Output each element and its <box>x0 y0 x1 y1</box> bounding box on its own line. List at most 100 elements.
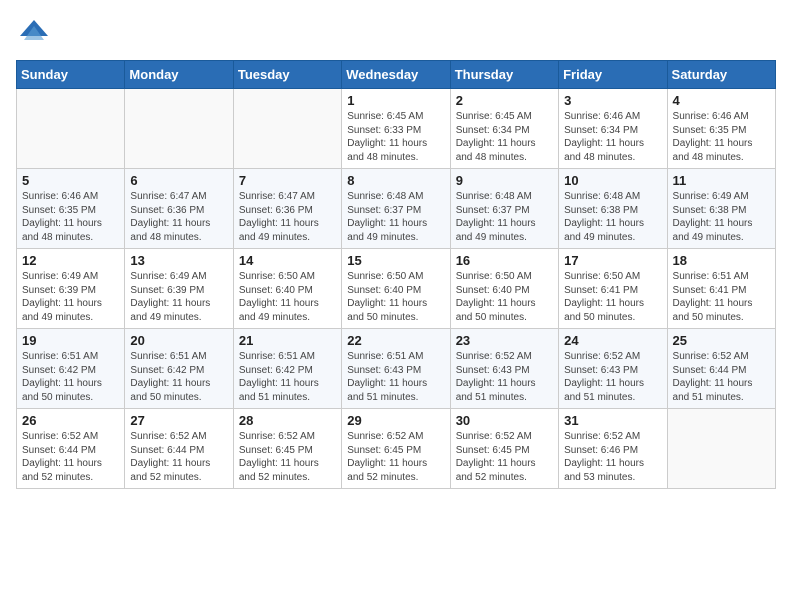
day-info: Sunrise: 6:52 AM Sunset: 6:44 PM Dayligh… <box>673 350 770 404</box>
calendar-cell: 24 Sunrise: 6:52 AM Sunset: 6:43 PM Dayli… <box>559 329 667 409</box>
calendar-cell: 7 Sunrise: 6:47 AM Sunset: 6:36 PM Daylig… <box>233 169 341 249</box>
calendar-cell: 15Sunrise: 6:50 AM Sunset: 6:40 PM Dayli… <box>342 249 450 329</box>
day-info: Sunrise: 6:52 AM Sunset: 6:44 PM Dayligh… <box>22 430 119 484</box>
day-info: Sunrise: 6:50 AM Sunset: 6:40 PM Dayligh… <box>347 270 444 324</box>
day-info: Sunrise: 6:46 AM Sunset: 6:35 PM Dayligh… <box>673 110 770 164</box>
day-number: 14 <box>239 253 336 268</box>
calendar-cell: 2 Sunrise: 6:45 AM Sunset: 6:34 PM Daylig… <box>450 89 558 169</box>
day-number: 10 <box>564 173 661 188</box>
day-info: Sunrise: 6:45 AM Sunset: 6:34 PM Dayligh… <box>456 110 553 164</box>
day-info: Sunrise: 6:52 AM Sunset: 6:45 PM Dayligh… <box>239 430 336 484</box>
day-number: 8 <box>347 173 444 188</box>
calendar-cell: 4 Sunrise: 6:46 AM Sunset: 6:35 PM Daylig… <box>667 89 775 169</box>
day-header-saturday: Saturday <box>667 61 775 89</box>
calendar-cell: 27 Sunrise: 6:52 AM Sunset: 6:44 PM Dayli… <box>125 409 233 489</box>
day-info: Sunrise: 6:49 AM Sunset: 6:39 PM Dayligh… <box>130 270 227 324</box>
day-info: Sunrise: 6:52 AM Sunset: 6:44 PM Dayligh… <box>130 430 227 484</box>
day-number: 29 <box>347 413 444 428</box>
day-number: 19 <box>22 333 119 348</box>
calendar-cell: 29 Sunrise: 6:52 AM Sunset: 6:45 PM Dayli… <box>342 409 450 489</box>
calendar-cell: 3 Sunrise: 6:46 AM Sunset: 6:34 PM Daylig… <box>559 89 667 169</box>
day-number: 7 <box>239 173 336 188</box>
calendar-cell <box>17 89 125 169</box>
day-info: Sunrise: 6:50 AM Sunset: 6:41 PM Dayligh… <box>564 270 661 324</box>
day-info: Sunrise: 6:48 AM Sunset: 6:37 PM Dayligh… <box>456 190 553 244</box>
logo <box>16 16 56 52</box>
day-info: Sunrise: 6:52 AM Sunset: 6:45 PM Dayligh… <box>456 430 553 484</box>
calendar-cell: 23 Sunrise: 6:52 AM Sunset: 6:43 PM Dayli… <box>450 329 558 409</box>
calendar-cell: 13 Sunrise: 6:49 AM Sunset: 6:39 PM Dayli… <box>125 249 233 329</box>
calendar-cell <box>233 89 341 169</box>
day-number: 22 <box>347 333 444 348</box>
day-info: Sunrise: 6:51 AM Sunset: 6:42 PM Dayligh… <box>239 350 336 404</box>
day-header-friday: Friday <box>559 61 667 89</box>
day-info: Sunrise: 6:48 AM Sunset: 6:38 PM Dayligh… <box>564 190 661 244</box>
day-info: Sunrise: 6:52 AM Sunset: 6:43 PM Dayligh… <box>564 350 661 404</box>
calendar-cell: 22 Sunrise: 6:51 AM Sunset: 6:43 PM Dayli… <box>342 329 450 409</box>
logo-icon <box>16 16 52 52</box>
day-info: Sunrise: 6:51 AM Sunset: 6:41 PM Dayligh… <box>673 270 770 324</box>
calendar-cell: 12 Sunrise: 6:49 AM Sunset: 6:39 PM Dayli… <box>17 249 125 329</box>
calendar-cell: 18 Sunrise: 6:51 AM Sunset: 6:41 PM Dayli… <box>667 249 775 329</box>
calendar-cell: 21 Sunrise: 6:51 AM Sunset: 6:42 PM Dayli… <box>233 329 341 409</box>
day-number: 3 <box>564 93 661 108</box>
calendar-cell: 1 Sunrise: 6:45 AM Sunset: 6:33 PM Daylig… <box>342 89 450 169</box>
day-info: Sunrise: 6:47 AM Sunset: 6:36 PM Dayligh… <box>130 190 227 244</box>
day-number: 13 <box>130 253 227 268</box>
day-info: Sunrise: 6:49 AM Sunset: 6:39 PM Dayligh… <box>22 270 119 324</box>
week-row-5: 26 Sunrise: 6:52 AM Sunset: 6:44 PM Dayli… <box>17 409 776 489</box>
calendar-cell: 14 Sunrise: 6:50 AM Sunset: 6:40 PM Dayli… <box>233 249 341 329</box>
week-row-1: 1 Sunrise: 6:45 AM Sunset: 6:33 PM Daylig… <box>17 89 776 169</box>
day-header-monday: Monday <box>125 61 233 89</box>
day-number: 23 <box>456 333 553 348</box>
day-info: Sunrise: 6:48 AM Sunset: 6:37 PM Dayligh… <box>347 190 444 244</box>
day-number: 21 <box>239 333 336 348</box>
calendar-cell: 19 Sunrise: 6:51 AM Sunset: 6:42 PM Dayli… <box>17 329 125 409</box>
day-info: Sunrise: 6:46 AM Sunset: 6:35 PM Dayligh… <box>22 190 119 244</box>
day-number: 24 <box>564 333 661 348</box>
calendar-cell: 9 Sunrise: 6:48 AM Sunset: 6:37 PM Daylig… <box>450 169 558 249</box>
calendar-cell: 16Sunrise: 6:50 AM Sunset: 6:40 PM Dayli… <box>450 249 558 329</box>
day-info: Sunrise: 6:47 AM Sunset: 6:36 PM Dayligh… <box>239 190 336 244</box>
day-number: 25 <box>673 333 770 348</box>
day-info: Sunrise: 6:52 AM Sunset: 6:43 PM Dayligh… <box>456 350 553 404</box>
week-row-3: 12 Sunrise: 6:49 AM Sunset: 6:39 PM Dayli… <box>17 249 776 329</box>
day-number: 9 <box>456 173 553 188</box>
day-number: 30 <box>456 413 553 428</box>
day-number: 26 <box>22 413 119 428</box>
day-number: 28 <box>239 413 336 428</box>
week-row-2: 5Sunrise: 6:46 AM Sunset: 6:35 PM Daylig… <box>17 169 776 249</box>
day-number: 12 <box>22 253 119 268</box>
day-info: Sunrise: 6:45 AM Sunset: 6:33 PM Dayligh… <box>347 110 444 164</box>
calendar-cell: 31Sunrise: 6:52 AM Sunset: 6:46 PM Dayli… <box>559 409 667 489</box>
day-number: 18 <box>673 253 770 268</box>
day-header-thursday: Thursday <box>450 61 558 89</box>
calendar-cell: 10 Sunrise: 6:48 AM Sunset: 6:38 PM Dayli… <box>559 169 667 249</box>
day-info: Sunrise: 6:50 AM Sunset: 6:40 PM Dayligh… <box>456 270 553 324</box>
calendar-cell: 8 Sunrise: 6:48 AM Sunset: 6:37 PM Daylig… <box>342 169 450 249</box>
day-number: 2 <box>456 93 553 108</box>
calendar-cell: 20 Sunrise: 6:51 AM Sunset: 6:42 PM Dayli… <box>125 329 233 409</box>
calendar-cell: 5Sunrise: 6:46 AM Sunset: 6:35 PM Daylig… <box>17 169 125 249</box>
day-info: Sunrise: 6:46 AM Sunset: 6:34 PM Dayligh… <box>564 110 661 164</box>
calendar-cell: 6Sunrise: 6:47 AM Sunset: 6:36 PM Daylig… <box>125 169 233 249</box>
day-header-tuesday: Tuesday <box>233 61 341 89</box>
calendar-cell: 28 Sunrise: 6:52 AM Sunset: 6:45 PM Dayli… <box>233 409 341 489</box>
day-number: 17 <box>564 253 661 268</box>
day-info: Sunrise: 6:52 AM Sunset: 6:45 PM Dayligh… <box>347 430 444 484</box>
calendar-cell: 17 Sunrise: 6:50 AM Sunset: 6:41 PM Dayli… <box>559 249 667 329</box>
page-header <box>16 16 776 52</box>
day-number: 1 <box>347 93 444 108</box>
calendar-cell: 26 Sunrise: 6:52 AM Sunset: 6:44 PM Dayli… <box>17 409 125 489</box>
day-header-sunday: Sunday <box>17 61 125 89</box>
day-number: 4 <box>673 93 770 108</box>
day-info: Sunrise: 6:51 AM Sunset: 6:42 PM Dayligh… <box>130 350 227 404</box>
day-info: Sunrise: 6:52 AM Sunset: 6:46 PM Dayligh… <box>564 430 661 484</box>
day-number: 20 <box>130 333 227 348</box>
day-info: Sunrise: 6:51 AM Sunset: 6:42 PM Dayligh… <box>22 350 119 404</box>
day-header-wednesday: Wednesday <box>342 61 450 89</box>
day-info: Sunrise: 6:50 AM Sunset: 6:40 PM Dayligh… <box>239 270 336 324</box>
day-number: 27 <box>130 413 227 428</box>
day-info: Sunrise: 6:51 AM Sunset: 6:43 PM Dayligh… <box>347 350 444 404</box>
day-info: Sunrise: 6:49 AM Sunset: 6:38 PM Dayligh… <box>673 190 770 244</box>
